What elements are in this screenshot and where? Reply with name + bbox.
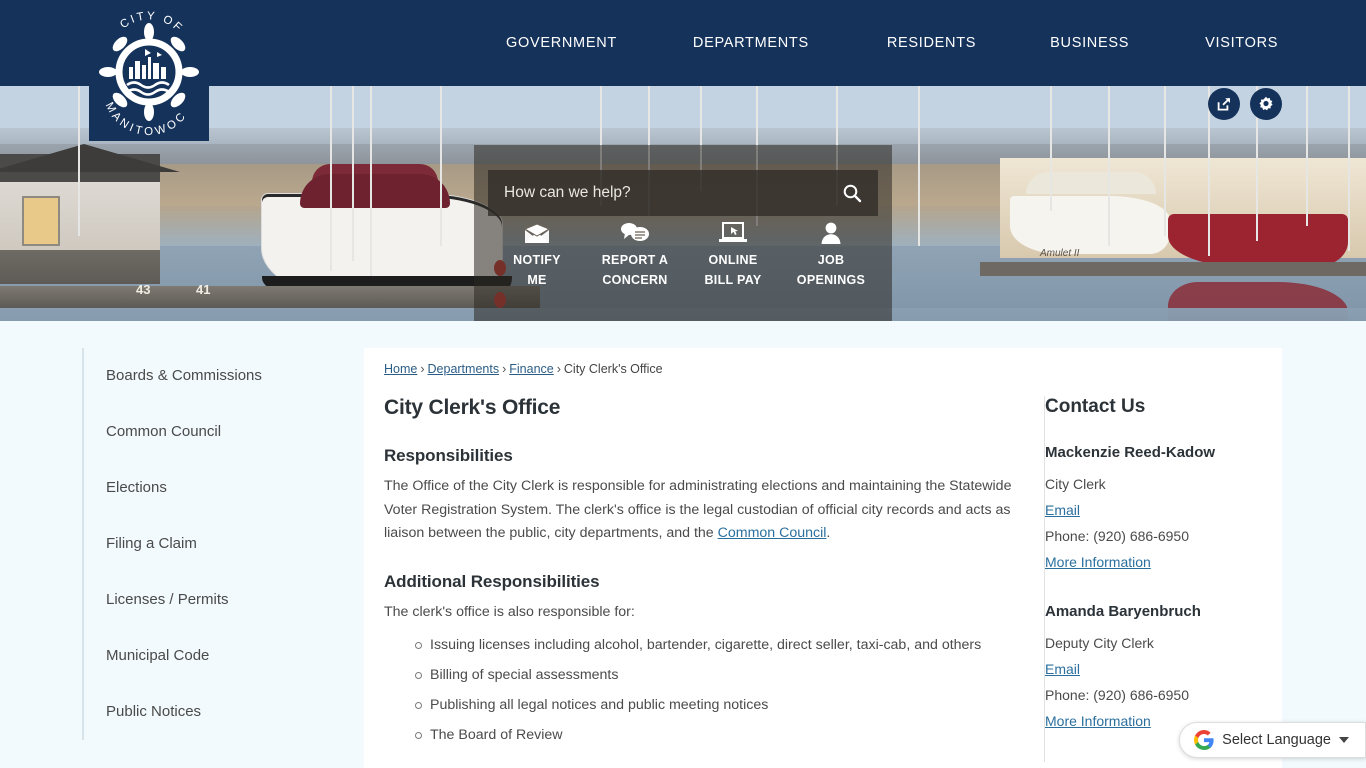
sidebar-item-public-notices[interactable]: Public Notices xyxy=(106,684,334,740)
contact-phone: Phone: (920) 686-6950 xyxy=(1045,528,1189,544)
quicklink-label-line1: ONLINE xyxy=(708,253,758,267)
ship-wheel-logo-icon: CITY OF MANITOWOC xyxy=(99,10,199,137)
quick-links: NOTIFY ME REPORT A CONCERN ONLINE BILL P… xyxy=(488,220,880,290)
site-tools-button[interactable] xyxy=(1250,88,1282,120)
section-sidebar-navigation: Boards & Commissions Common Council Elec… xyxy=(82,348,334,740)
contact-person-name: Amanda Baryenbruch xyxy=(1045,603,1201,620)
additional-responsibilities-intro: The clerk's office is also responsible f… xyxy=(384,603,635,620)
section-heading-responsibilities: Responsibilities xyxy=(384,446,513,465)
quicklink-label-line1: REPORT A xyxy=(601,253,669,267)
contact-more-information-link[interactable]: More Information xyxy=(1045,554,1151,570)
sidebar-item-licenses-permits[interactable]: Licenses / Permits xyxy=(106,572,334,628)
main-content: City Clerk's Office Responsibilities The… xyxy=(384,396,1024,750)
breadcrumb-separator: › xyxy=(420,362,425,376)
contact-phone: Phone: (920) 686-6950 xyxy=(1045,687,1189,703)
quicklink-online-bill-pay[interactable]: ONLINE BILL PAY xyxy=(684,220,782,290)
envelope-icon xyxy=(523,220,551,245)
google-translate-widget[interactable]: Select Language xyxy=(1179,722,1366,758)
chevron-down-icon xyxy=(1339,737,1349,743)
speech-bubbles-icon xyxy=(620,220,650,245)
search-bar xyxy=(488,170,878,216)
contact-email-link[interactable]: Email xyxy=(1045,661,1080,677)
list-item: Issuing licenses including alcohol, bart… xyxy=(415,630,1024,660)
breadcrumb-current: City Clerk's Office xyxy=(563,362,663,376)
common-council-link[interactable]: Common Council xyxy=(718,525,827,541)
site-logo[interactable]: CITY OF MANITOWOC xyxy=(89,0,209,141)
search-input[interactable] xyxy=(504,184,842,202)
page-title: City Clerk's Office xyxy=(384,396,561,419)
list-item: Billing of special assessments xyxy=(415,660,1024,690)
contact-person-card: Amanda Baryenbruch Deputy City Clerk Ema… xyxy=(1045,603,1264,734)
responsibilities-text-part2: . xyxy=(826,525,831,541)
laptop-cursor-icon xyxy=(718,220,748,245)
search-button[interactable] xyxy=(842,183,862,203)
contact-email-link[interactable]: Email xyxy=(1045,502,1080,518)
quicklink-job-openings[interactable]: JOB OPENINGS xyxy=(782,220,880,290)
section-heading-additional-responsibilities: Additional Responsibilities xyxy=(384,571,600,591)
page-body: Boards & Commissions Common Council Elec… xyxy=(0,321,1366,768)
contact-more-information-link[interactable]: More Information xyxy=(1045,713,1151,729)
google-g-icon xyxy=(1194,730,1214,750)
breadcrumb-link-home[interactable]: Home xyxy=(384,362,417,376)
quicklink-label-line1: JOB xyxy=(817,253,845,267)
nav-item-visitors[interactable]: VISITORS xyxy=(1205,35,1278,51)
header-action-buttons xyxy=(1208,88,1282,120)
breadcrumb-separator: › xyxy=(502,362,507,376)
sidebar-item-filing-a-claim[interactable]: Filing a Claim xyxy=(106,516,334,572)
search-icon xyxy=(843,184,862,203)
nav-item-business[interactable]: BUSINESS xyxy=(1050,35,1129,51)
list-item: The Board of Review xyxy=(415,720,1024,750)
list-item: Publishing all legal notices and public … xyxy=(415,690,1024,720)
boat-name-text: Amulet II xyxy=(1040,248,1080,259)
quicklink-notify-me[interactable]: NOTIFY ME xyxy=(488,220,586,290)
nav-item-departments[interactable]: DEPARTMENTS xyxy=(693,35,809,51)
additional-responsibilities-list: Issuing licenses including alcohol, bart… xyxy=(384,630,1024,750)
sidebar-item-boards-commissions[interactable]: Boards & Commissions xyxy=(106,348,334,404)
nav-item-government[interactable]: GOVERNMENT xyxy=(506,35,617,51)
pier-house xyxy=(0,154,160,284)
gear-icon xyxy=(1259,96,1273,111)
contact-us-panel: Contact Us Mackenzie Reed-Kadow City Cle… xyxy=(1044,396,1264,762)
sidebar-item-municipal-code[interactable]: Municipal Code xyxy=(106,628,334,684)
quicklink-label-line2: OPENINGS xyxy=(796,273,866,287)
quicklink-report-a-concern[interactable]: REPORT A CONCERN xyxy=(586,220,684,290)
content-panel: Home › Departments › Finance › City Clerk's Of… xyxy=(364,348,1282,768)
person-icon xyxy=(819,220,843,245)
breadcrumb-separator: › xyxy=(556,362,561,376)
contact-person-card: Mackenzie Reed-Kadow City Clerk Email Ph… xyxy=(1045,444,1264,575)
quicklink-label-line2: CONCERN xyxy=(602,273,668,287)
contact-person-title: City Clerk xyxy=(1045,476,1106,492)
contact-us-heading: Contact Us xyxy=(1045,396,1146,417)
share-icon xyxy=(1217,97,1231,111)
quicklink-label-line2: BILL PAY xyxy=(704,273,762,287)
contact-person-name: Mackenzie Reed-Kadow xyxy=(1045,444,1216,461)
responsibilities-paragraph: The Office of the City Clerk is responsi… xyxy=(384,475,1024,546)
sidebar-item-common-council[interactable]: Common Council xyxy=(106,404,334,460)
main-menu: GOVERNMENT DEPARTMENTS RESIDENTS BUSINES… xyxy=(480,0,1278,86)
sidebar-item-elections[interactable]: Elections xyxy=(106,460,334,516)
quicklink-label-line2: ME xyxy=(527,273,547,287)
contact-person-title: Deputy City Clerk xyxy=(1045,635,1154,651)
share-button[interactable] xyxy=(1208,88,1240,120)
nav-item-residents[interactable]: RESIDENTS xyxy=(887,35,976,51)
breadcrumb-link-departments[interactable]: Departments xyxy=(428,362,500,376)
breadcrumb: Home › Departments › Finance › City Clerk's Of… xyxy=(384,362,663,376)
breadcrumb-link-finance[interactable]: Finance xyxy=(509,362,553,376)
responsibilities-text-part1: The Office of the City Clerk is responsi… xyxy=(384,478,1012,541)
translate-label: Select Language xyxy=(1222,732,1331,748)
quicklink-label-line1: NOTIFY xyxy=(513,253,561,267)
